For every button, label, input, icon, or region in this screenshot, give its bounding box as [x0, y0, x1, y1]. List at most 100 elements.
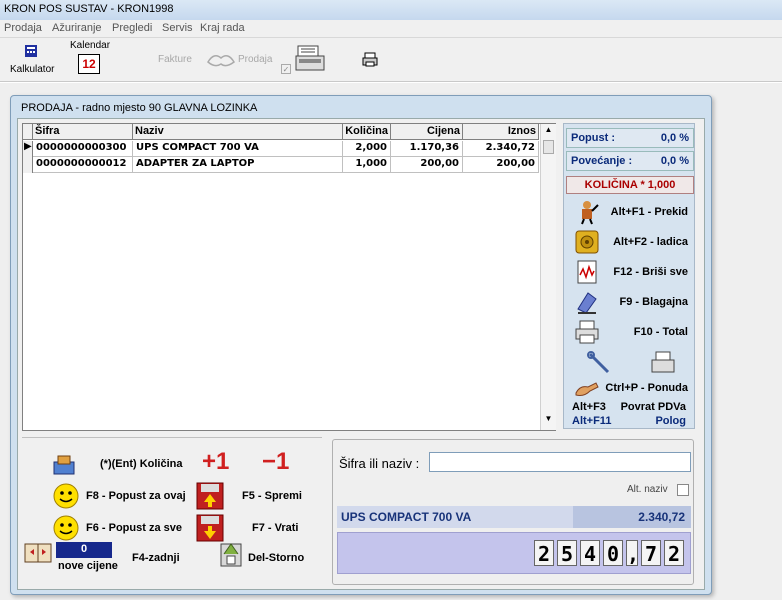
total-decimal-separator: , — [626, 540, 640, 566]
scroll-thumb[interactable] — [543, 140, 554, 154]
hand-icon — [575, 382, 599, 396]
brisi-sve-label: F12 - Briši sve — [613, 266, 688, 278]
cell-cijena: 200,00 — [391, 157, 463, 173]
cell-naziv: UPS COMPACT 700 VA — [133, 141, 343, 157]
total-display: 2 5 4 0 , 7 2 — [337, 532, 691, 574]
povecanje-value: 0,0 % — [660, 155, 689, 167]
storno-shortcut[interactable]: Del-Storno — [248, 552, 304, 564]
menu-bar: Prodaja Ažuriranje Pregledi Servis Kraj … — [0, 20, 782, 38]
total-digits: 2 5 4 0 , 7 2 — [534, 540, 684, 566]
total-digit: 7 — [641, 540, 661, 566]
vrati-shortcut[interactable]: F7 - Vrati — [252, 522, 298, 534]
kalkulator-button[interactable]: Kalkulator — [6, 42, 56, 78]
kalkulator-label: Kalkulator — [10, 64, 55, 75]
cell-naziv: ADAPTER ZA LAPTOP — [133, 157, 343, 173]
menu-pregledi[interactable]: Pregledi — [112, 22, 152, 34]
current-item-bar: UPS COMPACT 700 VA 2.340,72 — [337, 506, 691, 528]
col-sifra[interactable]: Šifra — [33, 124, 133, 140]
col-iznos[interactable]: Iznos — [463, 124, 539, 140]
right-panel: Popust : 0,0 % Povećanje : 0,0 % KOLIČIN… — [563, 123, 695, 429]
current-item-name: UPS COMPACT 700 VA — [337, 506, 573, 528]
delete-doc-icon — [577, 260, 597, 284]
table-row[interactable]: ▶ 0000000000300 UPS COMPACT 700 VA 2,000… — [23, 141, 539, 157]
kolicina-multiplier[interactable]: KOLIČINA * 1,000 — [566, 176, 694, 194]
polog-label: Polog — [655, 415, 686, 427]
popust-label: Popust : — [571, 132, 615, 144]
spremi-shortcut[interactable]: F5 - Spremi — [242, 490, 302, 502]
calendar-icon: 12 — [78, 54, 100, 74]
window-title-bar: KRON POS SUSTAV - KRON1998 — [0, 0, 782, 20]
save-icon[interactable] — [196, 482, 224, 510]
grid-header: Šifra Naziv Količina Cijena Iznos — [23, 124, 539, 140]
kalendar-button[interactable]: Kalendar 12 — [66, 38, 112, 80]
small-printer-icon[interactable] — [650, 350, 676, 376]
row-indicator: ▶ — [23, 141, 33, 157]
restore-icon[interactable] — [196, 514, 224, 542]
col-kolicina[interactable]: Količina — [343, 124, 391, 140]
povrat-pdv-box[interactable]: Alt+F3 Povrat PDVa Alt+F11 Polog — [566, 400, 694, 428]
blagajna-button[interactable]: F9 - Blagajna — [566, 288, 694, 316]
scroll-up-icon[interactable]: ▲ — [542, 125, 555, 138]
brisi-sve-button[interactable]: F12 - Briši sve — [566, 258, 694, 286]
zadnji-shortcut[interactable]: F4-zadnji — [132, 552, 180, 564]
quantity-icon[interactable] — [52, 452, 78, 476]
popust-value: 0,0 % — [660, 132, 689, 144]
smiley-icon[interactable] — [52, 514, 80, 542]
row-indicator — [23, 157, 33, 173]
grid-scrollbar[interactable]: ▲ ▼ — [540, 124, 556, 430]
cell-sifra: 0000000000012 — [33, 157, 133, 173]
table-row[interactable]: 0000000000012 ADAPTER ZA LAPTOP 1,000 20… — [23, 157, 539, 173]
sale-window: PRODAJA - radno mjesto 90 GLAVNA LOZINKA… — [10, 95, 712, 595]
total-digit: 0 — [603, 540, 623, 566]
window-title: KRON POS SUSTAV - KRON1998 — [4, 3, 174, 15]
total-button[interactable]: F10 - Total — [566, 318, 694, 346]
povrat-label: Povrat PDVa — [620, 401, 686, 413]
sale-window-title: PRODAJA - radno mjesto 90 GLAVNA LOZINKA — [21, 102, 258, 114]
cell-kolicina: 2,000 — [343, 141, 391, 157]
col-naziv[interactable]: Naziv — [133, 124, 343, 140]
fakture-button[interactable]: Fakture — [158, 54, 192, 65]
total-label: F10 - Total — [633, 326, 688, 338]
menu-prodaja[interactable]: Prodaja — [4, 22, 42, 34]
print-icon[interactable] — [362, 52, 378, 68]
book-icon[interactable] — [24, 542, 52, 564]
menu-kraj-rada[interactable]: Kraj rada — [200, 22, 245, 34]
alt-naziv-checkbox[interactable] — [677, 484, 689, 496]
ponuda-button[interactable]: Ctrl+P - Ponuda — [566, 374, 694, 402]
prodaja-button[interactable]: Prodaja — [238, 54, 272, 65]
povecanje-box[interactable]: Povećanje : 0,0 % — [566, 151, 694, 171]
popust-ovaj-shortcut[interactable]: F8 - Popust za ovaj — [86, 490, 186, 502]
plus-one-button[interactable]: +1 — [202, 448, 229, 476]
scroll-down-icon[interactable]: ▼ — [542, 414, 555, 427]
kolicina-shortcut[interactable]: (*)(Ent) Količina — [100, 458, 183, 470]
minus-one-button[interactable]: −1 — [262, 448, 289, 476]
ladica-label: Alt+F2 - ladica — [613, 236, 688, 248]
menu-azuriranje[interactable]: Ažuriranje — [52, 22, 102, 34]
register-icon — [577, 292, 597, 314]
kalendar-label: Kalendar — [70, 40, 111, 51]
popust-box[interactable]: Popust : 0,0 % — [566, 128, 694, 148]
blagajna-label: F9 - Blagajna — [619, 296, 688, 308]
wrench-icon[interactable] — [586, 350, 612, 376]
stop-person-icon — [581, 201, 599, 225]
cell-iznos: 200,00 — [463, 157, 539, 173]
calculator-icon — [25, 45, 37, 57]
calendar-icon-text: 12 — [82, 57, 96, 71]
popust-sve-shortcut[interactable]: F6 - Popust za sve — [86, 522, 182, 534]
cell-iznos: 2.340,72 — [463, 141, 539, 157]
entry-panel: Šifra ili naziv : Alt. naziv UPS COMPACT… — [332, 439, 694, 585]
storno-icon[interactable] — [218, 540, 244, 568]
povrat-key: Alt+F3 — [572, 401, 606, 413]
prekid-label: Alt+F1 - Prekid — [610, 206, 688, 218]
prekid-button[interactable]: Alt+F1 - Prekid — [566, 198, 694, 226]
menu-servis[interactable]: Servis — [162, 22, 193, 34]
col-cijena[interactable]: Cijena — [391, 124, 463, 140]
sifra-input[interactable] — [429, 452, 691, 472]
cash-register-icon[interactable] — [294, 44, 326, 74]
smiley-icon[interactable] — [52, 482, 80, 510]
checkbox-icon: ✓ — [281, 64, 291, 74]
ladica-button[interactable]: Alt+F2 - ladica — [566, 228, 694, 256]
cell-cijena: 1.170,36 — [391, 141, 463, 157]
cell-sifra: 0000000000300 — [33, 141, 133, 157]
items-grid[interactable]: Šifra Naziv Količina Cijena Iznos ▶ 0000… — [22, 123, 556, 431]
